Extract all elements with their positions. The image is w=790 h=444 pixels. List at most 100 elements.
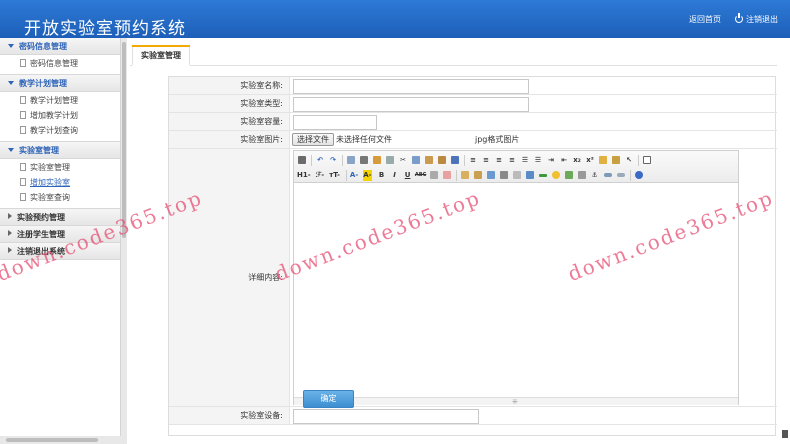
editor-content-area[interactable]: [294, 184, 738, 397]
sidebar-item-plan-manage[interactable]: 教学计划管理: [0, 93, 120, 108]
home-link[interactable]: 返回首页: [689, 14, 721, 25]
sidebar-group-logout[interactable]: 注销退出系统: [0, 243, 120, 260]
align-right-icon[interactable]: ≡: [494, 155, 504, 165]
main-content: 实验室管理 实验室名称: 实验室类型: 实验室容量: 实验室图片: 选择文件 未…: [127, 38, 790, 444]
chevron-down-icon: [8, 148, 14, 152]
align-justify-icon[interactable]: ≡: [507, 155, 517, 165]
sidebar-group-students[interactable]: 注册学生管理: [0, 226, 120, 243]
highlight-color-menu[interactable]: A-: [363, 169, 372, 181]
document-icon: [20, 126, 26, 134]
code-icon[interactable]: [385, 155, 395, 165]
sidebar-group-label: 注册学生管理: [17, 230, 65, 239]
redo-icon[interactable]: ↷: [328, 155, 338, 165]
indent-icon[interactable]: ⇥: [546, 155, 556, 165]
detail-label: 详细内容:: [169, 149, 290, 406]
sidebar-item-lab-query[interactable]: 实验室查询: [0, 190, 120, 205]
sidebar-item-label: 密码信息管理: [30, 59, 78, 68]
sidebar-group-reservation[interactable]: 实验预约管理: [0, 209, 120, 226]
unlink-icon[interactable]: [616, 170, 626, 180]
flash-icon[interactable]: [486, 170, 496, 180]
file-format-hint: jpg格式图片: [475, 135, 520, 144]
sidebar-group-password[interactable]: 密码信息管理: [0, 38, 120, 55]
choose-file-button[interactable]: 选择文件: [292, 133, 334, 146]
clear-format-icon[interactable]: [598, 155, 608, 165]
scrollbar-thumb[interactable]: [122, 42, 126, 238]
heading-menu[interactable]: H1-: [297, 170, 311, 181]
underline-button[interactable]: U: [403, 170, 413, 180]
copy-icon[interactable]: [411, 155, 421, 165]
superscript-icon[interactable]: x²: [585, 155, 595, 165]
sidebar-group-lab[interactable]: 实验室管理: [0, 142, 120, 159]
logout-link[interactable]: 注销退出: [735, 13, 778, 25]
logout-label: 注销退出: [746, 15, 778, 24]
sidebar-scrollbar-horizontal[interactable]: [0, 436, 127, 444]
paste-text-icon[interactable]: [437, 155, 447, 165]
resize-grip-icon[interactable]: ⁜: [512, 398, 518, 406]
cut-icon[interactable]: ✂: [398, 155, 408, 165]
unordered-list-icon[interactable]: ☰: [533, 155, 543, 165]
undo-icon[interactable]: ↶: [315, 155, 325, 165]
tab-lab-manage[interactable]: 实验室管理: [132, 45, 190, 66]
lab-type-input[interactable]: [293, 97, 529, 112]
strikethrough-button[interactable]: ABC: [415, 170, 426, 180]
anchor-icon[interactable]: ⚓: [590, 170, 600, 180]
outdent-icon[interactable]: ⇤: [559, 155, 569, 165]
lab-capacity-input[interactable]: [293, 115, 377, 130]
map-icon[interactable]: [564, 170, 574, 180]
confirm-button[interactable]: 确定: [303, 390, 354, 408]
sidebar-group-label: 密码信息管理: [19, 42, 67, 51]
hr-icon[interactable]: [538, 170, 548, 180]
ordered-list-icon[interactable]: ☰: [520, 155, 530, 165]
bold-button[interactable]: B: [377, 170, 387, 180]
link-icon[interactable]: [603, 170, 613, 180]
media-icon[interactable]: [499, 170, 509, 180]
sidebar-item-password-manage[interactable]: 密码信息管理: [0, 56, 120, 71]
font-size-menu[interactable]: тT-: [329, 170, 340, 181]
italic-button[interactable]: I: [390, 170, 400, 180]
sidebar-item-lab-manage[interactable]: 实验室管理: [0, 160, 120, 175]
image-icon[interactable]: [460, 170, 470, 180]
eraser-icon[interactable]: [442, 170, 452, 180]
sidebar-item-lab-add[interactable]: 增加实验室: [0, 175, 120, 190]
print-icon[interactable]: [359, 155, 369, 165]
lab-name-input[interactable]: [293, 79, 529, 94]
select-all-icon[interactable]: [611, 155, 621, 165]
subscript-icon[interactable]: x₂: [572, 155, 582, 165]
pointer-icon[interactable]: ↖: [624, 155, 634, 165]
file-status-text: 未选择任何文件: [336, 135, 392, 144]
help-icon[interactable]: [634, 170, 644, 180]
lab-equipment-input[interactable]: [293, 409, 479, 424]
chevron-down-icon: [8, 44, 14, 48]
power-icon: [735, 13, 743, 23]
sidebar-group-teaching-plan[interactable]: 教学计划管理: [0, 75, 120, 92]
paste-word-icon[interactable]: [450, 155, 460, 165]
header-links: 返回首页 注销退出: [689, 13, 778, 25]
toolbar-separator: [638, 154, 639, 166]
font-style-icon[interactable]: [429, 170, 439, 180]
page-break-icon[interactable]: [577, 170, 587, 180]
sidebar-group-items: 密码信息管理: [0, 55, 120, 75]
align-left-icon[interactable]: ≡: [468, 155, 478, 165]
table-icon[interactable]: [525, 170, 535, 180]
multi-image-icon[interactable]: [473, 170, 483, 180]
sidebar-item-plan-add[interactable]: 增加教学计划: [0, 108, 120, 123]
sidebar-item-label: 教学计划管理: [30, 96, 78, 105]
sidebar-item-plan-query[interactable]: 教学计划查询: [0, 123, 120, 138]
fullscreen-icon[interactable]: [642, 155, 652, 165]
form-row-name: 实验室名称:: [169, 77, 777, 95]
align-center-icon[interactable]: ≡: [481, 155, 491, 165]
font-color-menu[interactable]: A-: [350, 170, 358, 181]
template-icon[interactable]: [372, 155, 382, 165]
file-icon[interactable]: [512, 170, 522, 180]
sidebar-item-label: 增加教学计划: [30, 111, 78, 120]
emoticon-icon[interactable]: [551, 170, 561, 180]
scrollbar-thumb[interactable]: [6, 438, 98, 442]
image-label: 实验室图片:: [169, 131, 290, 148]
source-code-icon[interactable]: [297, 155, 307, 165]
preview-icon[interactable]: [346, 155, 356, 165]
font-family-menu[interactable]: ℱ-: [316, 170, 325, 181]
sidebar-group-items: 实验室管理 增加实验室 实验室查询: [0, 159, 120, 209]
paste-icon[interactable]: [424, 155, 434, 165]
toolbar-separator: [455, 169, 457, 181]
document-icon: [20, 96, 26, 104]
